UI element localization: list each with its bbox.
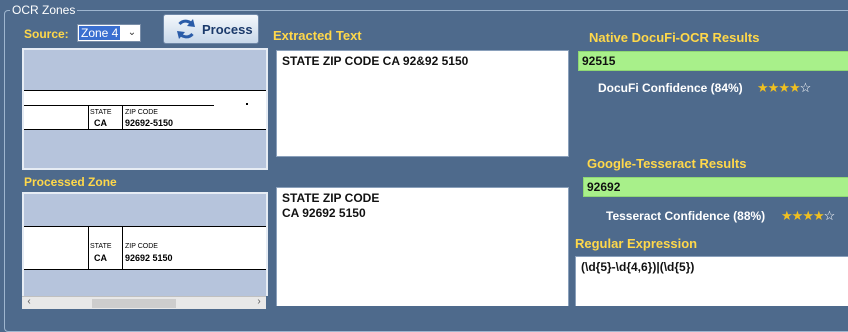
native-results-label: Native DocuFi-OCR Results: [589, 30, 760, 45]
original-zone-strip: STATE CA ZIP CODE 92692-5150: [24, 90, 266, 130]
source-selected-value: Zone 4: [79, 26, 121, 40]
original-zone-image: STATE CA ZIP CODE 92692-5150: [22, 48, 268, 170]
processed-zone-label: Processed Zone: [24, 175, 117, 189]
processed-text-area[interactable]: STATE ZIP CODE CA 92692 5150: [276, 187, 569, 306]
star-filled-icon: ★: [757, 80, 769, 95]
star-filled-icon: ★: [781, 208, 793, 223]
star-filled-icon: ★: [812, 208, 825, 223]
tesseract-confidence-text: Tesseract Confidence (88%): [606, 209, 766, 223]
scroll-right-arrow[interactable]: ›: [252, 296, 266, 308]
star-filled-icon: ★: [802, 208, 814, 223]
source-select[interactable]: Zone 4 ⌄: [77, 24, 141, 42]
scroll-left-arrow[interactable]: ‹: [22, 296, 36, 308]
extracted-text-area[interactable]: STATE ZIP CODE CA 92&92 5150: [276, 50, 569, 157]
star-empty-icon: ☆: [823, 208, 836, 223]
original-zip-value: 92692-5150: [125, 118, 174, 128]
processed-zip-label: ZIP CODE: [125, 243, 158, 250]
processed-zone-strip: STATE CA ZIP CODE 92692 5150: [24, 226, 266, 270]
regex-label: Regular Expression: [575, 236, 698, 251]
original-state-text: STATE: [90, 109, 112, 116]
horizontal-scrollbar[interactable]: ‹ ›: [22, 296, 266, 309]
star-filled-icon: ★: [767, 80, 780, 95]
extracted-text-label: Extracted Text: [273, 28, 362, 43]
native-confidence-text: DocuFi Confidence (84%): [598, 81, 743, 95]
regex-field[interactable]: (\d{5}-\d{4,6})|(\d{5}): [575, 256, 848, 306]
tesseract-results-label: Google-Tesseract Results: [587, 156, 747, 171]
source-label: Source:: [24, 27, 69, 41]
scroll-thumb[interactable]: [92, 299, 176, 308]
star-empty-icon: ☆: [799, 80, 812, 95]
native-confidence-stars: ★★★★☆: [757, 80, 812, 95]
processed-zip-value: 92692 5150: [125, 253, 173, 263]
star-filled-icon: ★: [791, 208, 804, 223]
star-filled-icon: ★: [778, 80, 790, 95]
processed-zone-image: STATE CA ZIP CODE 92692 5150: [22, 192, 268, 296]
tesseract-confidence-stars: ★★★★☆: [781, 208, 836, 223]
original-ca-text: CA: [94, 118, 107, 128]
original-zip-label: ZIP CODE: [125, 109, 158, 116]
star-filled-icon: ★: [788, 80, 801, 95]
process-button-label: Process: [202, 21, 253, 37]
chevron-down-icon[interactable]: ⌄: [124, 25, 140, 41]
refresh-icon: [177, 19, 195, 39]
processed-ca-text: CA: [94, 253, 107, 263]
processed-state-text: STATE: [90, 243, 112, 250]
tesseract-result-field[interactable]: 92692: [583, 177, 848, 197]
group-title: OCR Zones: [10, 3, 78, 17]
process-button[interactable]: Process: [163, 14, 259, 44]
native-result-field[interactable]: 92515: [578, 51, 848, 71]
